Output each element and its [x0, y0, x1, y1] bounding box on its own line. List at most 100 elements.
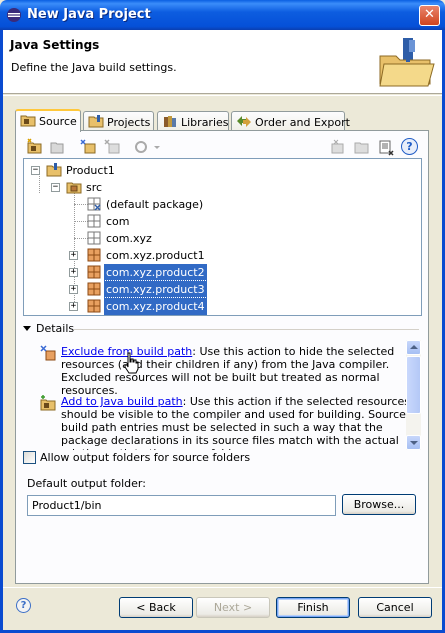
package-icon	[87, 299, 101, 313]
toolbar-help-icon[interactable]: ?	[401, 138, 418, 155]
tree-row-com-xyz-product1[interactable]: + com.xyz.product1	[24, 247, 421, 264]
default-output-folder-label: Default output folder:	[27, 477, 146, 490]
exclude-action-text: Exclude from build path: Use this action…	[61, 345, 406, 397]
tree-label-selected: com.xyz.product4	[103, 297, 208, 315]
tab-projects[interactable]: Projects	[83, 111, 154, 131]
create-source-folder-button[interactable]	[26, 138, 44, 156]
tree-label: com.xyz	[106, 232, 152, 245]
configure-dropdown-button[interactable]	[133, 138, 161, 156]
window-frame-left	[0, 30, 3, 633]
expand-icon[interactable]: +	[69, 268, 78, 277]
tree-row-com-xyz-product3[interactable]: + com.xyz.product3	[24, 280, 421, 299]
tree-row-com[interactable]: com	[24, 213, 421, 230]
package-icon	[87, 248, 101, 262]
package-icon	[87, 282, 101, 296]
details-scrollbar[interactable]	[406, 340, 421, 450]
scroll-down-button[interactable]	[406, 435, 421, 450]
footer-separator	[3, 587, 442, 588]
details-separator	[74, 329, 419, 330]
collapse-icon[interactable]: −	[51, 183, 60, 192]
banner-separator	[3, 95, 442, 96]
exclude-from-build-path-icon	[40, 345, 56, 361]
package-icon	[87, 265, 101, 279]
tree-label: (default package)	[106, 198, 204, 211]
tree-label: src	[86, 181, 103, 194]
order-export-icon	[237, 116, 251, 127]
tab-projects-label: Projects	[107, 116, 151, 129]
empty-package-icon	[87, 214, 101, 228]
new-source-folder-icon	[27, 138, 42, 154]
tab-libraries[interactable]: Libraries	[157, 111, 229, 131]
allow-output-folders-label: Allow output folders for source folders	[40, 451, 251, 464]
scroll-thumb[interactable]	[406, 356, 421, 414]
tree-row-product1[interactable]: − Product1	[24, 162, 421, 179]
cancel-button[interactable]: Cancel	[358, 597, 432, 618]
close-button[interactable]: ✕	[419, 5, 440, 26]
java-project-icon	[46, 163, 62, 177]
source-toolbar: ?	[23, 137, 423, 159]
new-folder-button[interactable]	[353, 138, 371, 156]
page-description: Define the Java build settings.	[11, 61, 177, 74]
collapse-icon[interactable]: −	[31, 166, 40, 175]
tree-row-com-xyz[interactable]: com.xyz	[24, 230, 421, 247]
close-icon: ✕	[424, 7, 435, 22]
browse-button[interactable]: Browse...	[342, 494, 416, 515]
expanded-triangle-icon	[23, 326, 31, 331]
help-icon[interactable]: ?	[16, 598, 31, 613]
edit-button[interactable]	[377, 138, 395, 156]
add-action: Add to Java build path: Use this action …	[38, 395, 406, 450]
tree-label: com	[106, 215, 130, 228]
eclipse-icon	[7, 8, 21, 22]
configure-exclusion-button[interactable]	[103, 138, 121, 156]
edit-icon	[379, 140, 394, 156]
tab-libraries-label: Libraries	[181, 116, 229, 129]
scroll-up-button[interactable]	[406, 340, 421, 355]
tab-source-label: Source	[39, 115, 77, 128]
tree-label: Product1	[66, 164, 115, 177]
hand-cursor-icon	[124, 352, 139, 374]
title-bar[interactable]: New Java Project ✕	[0, 0, 445, 30]
configure-icon	[135, 141, 160, 153]
tree-label: com.xyz.product1	[106, 249, 205, 262]
tree-row-default-package[interactable]: (default package)	[24, 196, 421, 213]
projects-icon	[88, 115, 104, 128]
tab-source[interactable]: Source	[15, 109, 81, 132]
remove-from-build-path-button[interactable]	[329, 138, 347, 156]
tree-row-com-xyz-product2[interactable]: + com.xyz.product2	[24, 263, 421, 282]
tree-label-selected: com.xyz.product2	[103, 263, 208, 282]
tree-row-src[interactable]: − src	[24, 179, 421, 196]
empty-package-icon	[87, 231, 101, 245]
allow-output-folders-checkbox[interactable]	[23, 451, 36, 464]
tab-order-and-export-label: Order and Export	[255, 116, 350, 129]
link-source-button[interactable]	[48, 138, 66, 156]
expand-icon[interactable]: +	[69, 251, 78, 260]
add-to-build-path-icon	[40, 395, 56, 411]
tree-label-selected: com.xyz.product3	[103, 280, 208, 299]
details-toggle[interactable]: Details	[23, 322, 74, 335]
source-folder-icon	[20, 115, 36, 127]
back-button[interactable]: < Back	[119, 597, 193, 618]
default-output-folder-input[interactable]	[27, 495, 336, 516]
next-button[interactable]: Next >	[196, 597, 270, 618]
expand-icon[interactable]: +	[69, 302, 78, 311]
expand-icon[interactable]: +	[69, 285, 78, 294]
exclude-action: Exclude from build path: Use this action…	[38, 345, 406, 397]
link-source-icon	[50, 142, 64, 154]
add-to-java-build-path-link[interactable]: Add to Java build path	[61, 395, 183, 408]
new-java-project-window: New Java Project ✕ Java Settings Define …	[0, 0, 445, 633]
window-title: New Java Project	[27, 7, 151, 22]
finish-button[interactable]: Finish	[276, 597, 350, 618]
configure-inclusion-button[interactable]	[79, 138, 97, 156]
source-tree[interactable]: − Product1 − src (default package) com c…	[23, 158, 422, 316]
empty-package-icon	[87, 197, 101, 211]
add-action-text: Add to Java build path: Use this action …	[61, 395, 406, 450]
remove-from-build-path-icon	[331, 139, 344, 154]
exclusion-filter-icon	[104, 139, 120, 154]
page-title: Java Settings	[10, 38, 100, 52]
libraries-icon	[164, 116, 176, 127]
details-label: Details	[36, 322, 75, 335]
tree-row-com-xyz-product4[interactable]: + com.xyz.product4	[24, 297, 421, 315]
tab-order-and-export[interactable]: Order and Export	[231, 111, 350, 131]
new-folder-icon	[354, 142, 369, 154]
inclusion-filter-icon	[80, 139, 96, 154]
